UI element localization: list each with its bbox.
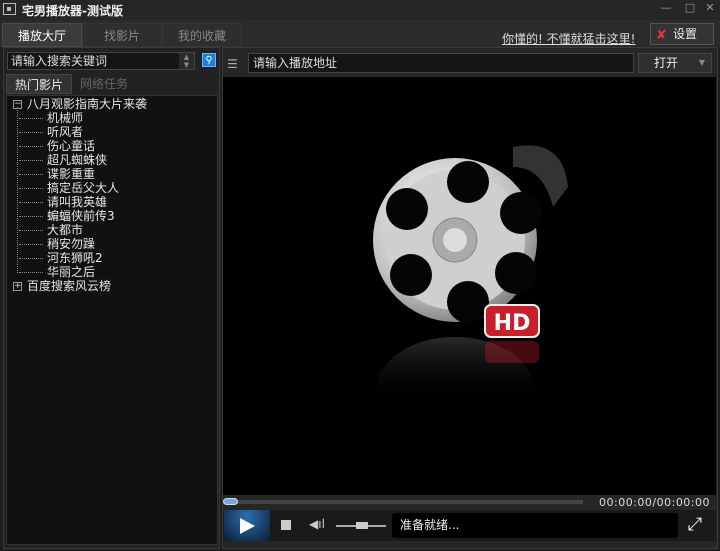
tree-item[interactable]: 稍安勿躁 <box>7 237 217 251</box>
minimize-button[interactable]: — <box>658 1 674 15</box>
open-label: 打开 <box>654 56 679 70</box>
tab-find-movies[interactable]: 找影片 <box>82 23 162 47</box>
tree-item[interactable]: 大都市 <box>7 223 217 237</box>
search-spinner[interactable]: ▲ ▼ <box>179 53 194 69</box>
app-icon <box>3 3 16 15</box>
tree-item[interactable]: 谍影重重 <box>7 167 217 181</box>
close-button[interactable]: ✕ <box>702 1 718 15</box>
fullscreen-icon[interactable]: ⤢ <box>684 514 706 536</box>
search-icon: ⚲ <box>205 55 213 66</box>
tree-item[interactable]: 搞定岳父大人 <box>7 181 217 195</box>
tree-item[interactable]: 蝙蝠侠前传3 <box>7 209 217 223</box>
settings-button[interactable]: ✘ 设置 <box>650 23 714 45</box>
maximize-button[interactable]: □ <box>682 1 698 15</box>
tree-node-baidu[interactable]: + 百度搜索风云榜 <box>7 279 217 293</box>
play-button[interactable] <box>224 510 270 541</box>
search-button[interactable]: ⚲ <box>202 53 216 67</box>
tree-item[interactable]: 听风者 <box>7 125 217 139</box>
open-button[interactable]: 打开 ▼ <box>638 53 712 73</box>
tree-item[interactable]: 请叫我英雄 <box>7 195 217 209</box>
film-reel-logo: HD <box>373 145 568 447</box>
tab-favorites[interactable]: 我的收藏 <box>162 23 242 47</box>
node-label: 八月观影指南大片来袭 <box>27 97 148 111</box>
status-text: 准备就绪... <box>392 513 678 538</box>
tree-item[interactable]: 超凡蜘蛛侠 <box>7 153 217 167</box>
search-input[interactable]: 请输入搜索关键词 <box>7 52 195 70</box>
dropdown-arrow-icon[interactable]: ▼ <box>699 54 705 72</box>
expand-icon[interactable]: + <box>13 282 22 291</box>
url-input[interactable]: 请输入播放地址 <box>248 53 634 73</box>
node-label: 百度搜索风云榜 <box>27 279 112 293</box>
tree-line <box>17 107 18 273</box>
tree-item[interactable]: 机械师 <box>7 111 217 125</box>
volume-handle[interactable] <box>356 522 368 529</box>
seek-bar[interactable] <box>229 500 583 504</box>
hd-badge: HD <box>494 311 531 336</box>
tree-item[interactable]: 河东狮吼2 <box>7 251 217 265</box>
subtab-network-tasks[interactable]: 网络任务 <box>72 74 136 94</box>
tree-node-august[interactable]: − 八月观影指南大片来袭 <box>7 97 217 111</box>
tree-item[interactable]: 华丽之后 <box>7 265 217 279</box>
volume-icon[interactable]: ◀ıl <box>309 517 325 531</box>
tab-play-hall[interactable]: 播放大厅 <box>2 23 82 47</box>
time-display: 00:00:00/00:00:00 <box>599 496 711 509</box>
window-title: 宅男播放器-测试版 <box>22 4 123 18</box>
video-area[interactable]: HD <box>223 77 716 495</box>
subtab-hot-movies[interactable]: 热门影片 <box>6 74 73 94</box>
tree-item[interactable]: 伤心童话 <box>7 139 217 153</box>
settings-label: 设置 <box>673 27 698 41</box>
playlist-icon[interactable]: ☰ <box>227 58 241 70</box>
stop-button[interactable] <box>281 520 291 530</box>
tools-icon: ✘ <box>656 28 667 43</box>
help-link[interactable]: 你懂的! 不懂就猛击这里! <box>502 30 635 47</box>
seek-handle[interactable] <box>223 498 238 505</box>
movie-tree: − 八月观影指南大片来袭 机械师 听风者 伤心童话 超凡蜘蛛侠 谍影重重 搞定岳父… <box>6 95 218 545</box>
